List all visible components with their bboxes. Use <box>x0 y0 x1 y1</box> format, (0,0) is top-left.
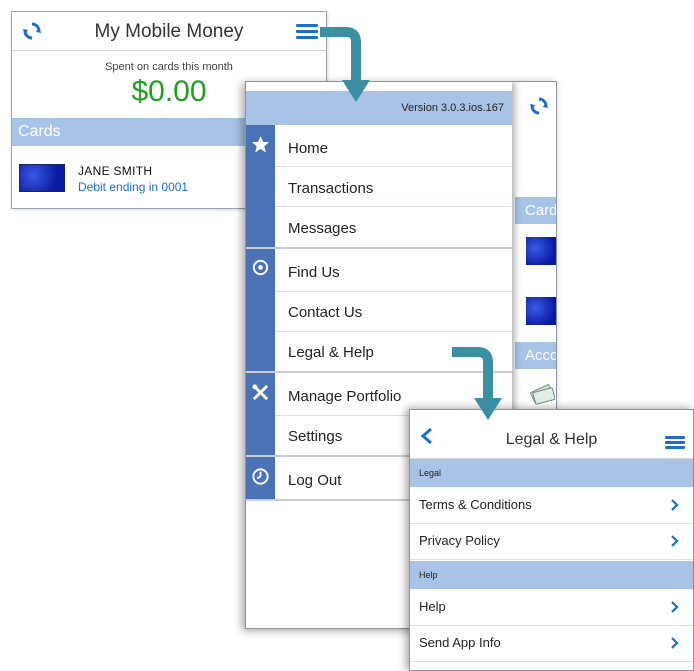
money-icon <box>530 384 555 405</box>
card-description: Debit ending in 0001 <box>78 180 189 194</box>
menu-icon[interactable] <box>665 436 685 450</box>
menu-item-log-out[interactable]: Log Out <box>288 472 341 489</box>
refresh-icon <box>530 97 548 115</box>
menu-item-manage-portfolio[interactable]: Manage Portfolio <box>288 388 401 405</box>
spent-label: Spent on cards this month <box>105 61 233 73</box>
row-help[interactable]: Help <box>410 589 693 626</box>
background-cards-header: Cards <box>515 197 556 224</box>
card-holder-name: JANE SMITH <box>78 164 153 178</box>
section-header-legal: Legal <box>410 459 693 487</box>
row-terms-conditions[interactable]: Terms & Conditions <box>410 487 693 524</box>
star-icon <box>251 135 270 153</box>
menu-item-settings[interactable]: Settings <box>288 428 342 445</box>
divider <box>275 166 512 167</box>
divider <box>275 206 512 207</box>
flow-arrow-icon <box>452 347 502 420</box>
divider <box>275 331 512 332</box>
tools-icon <box>252 384 269 401</box>
chevron-right-icon <box>671 535 679 547</box>
background-card-image <box>526 297 556 325</box>
version-label: Version 3.0.3.ios.167 <box>246 91 512 125</box>
menu-item-transactions[interactable]: Transactions <box>288 180 373 197</box>
row-label: Help <box>419 599 446 614</box>
divider <box>275 291 512 292</box>
menu-item-messages[interactable]: Messages <box>288 220 356 237</box>
chevron-right-icon <box>671 637 679 649</box>
home-header: My Mobile Money <box>12 12 326 51</box>
background-card-image <box>526 237 556 265</box>
menu-item-home[interactable]: Home <box>288 140 328 157</box>
row-send-app-info[interactable]: Send App Info <box>410 625 693 662</box>
row-label: Terms & Conditions <box>419 497 532 512</box>
menu-icon-rail <box>246 125 275 500</box>
menu-item-legal-help[interactable]: Legal & Help <box>288 344 374 361</box>
flow-arrow-icon <box>320 27 370 102</box>
chevron-right-icon <box>671 601 679 613</box>
row-privacy-policy[interactable]: Privacy Policy <box>410 523 693 560</box>
page-title: Legal & Help <box>505 431 598 448</box>
target-icon <box>252 259 269 276</box>
card-image <box>19 164 65 192</box>
legal-help-screen: Legal & Help Legal Terms & Conditions Pr… <box>409 409 694 671</box>
chevron-right-icon <box>671 499 679 511</box>
background-accounts-header: Accounts <box>515 342 556 369</box>
menu-item-contact-us[interactable]: Contact Us <box>288 304 362 321</box>
menu-icon[interactable] <box>296 24 318 40</box>
group-divider <box>246 247 512 249</box>
row-label: Send App Info <box>419 635 501 650</box>
menu-item-find-us[interactable]: Find Us <box>288 264 340 281</box>
page-title: My Mobile Money <box>94 21 244 42</box>
row-label: Privacy Policy <box>419 533 500 548</box>
section-header-help: Help <box>410 561 693 589</box>
clock-icon <box>252 468 269 485</box>
